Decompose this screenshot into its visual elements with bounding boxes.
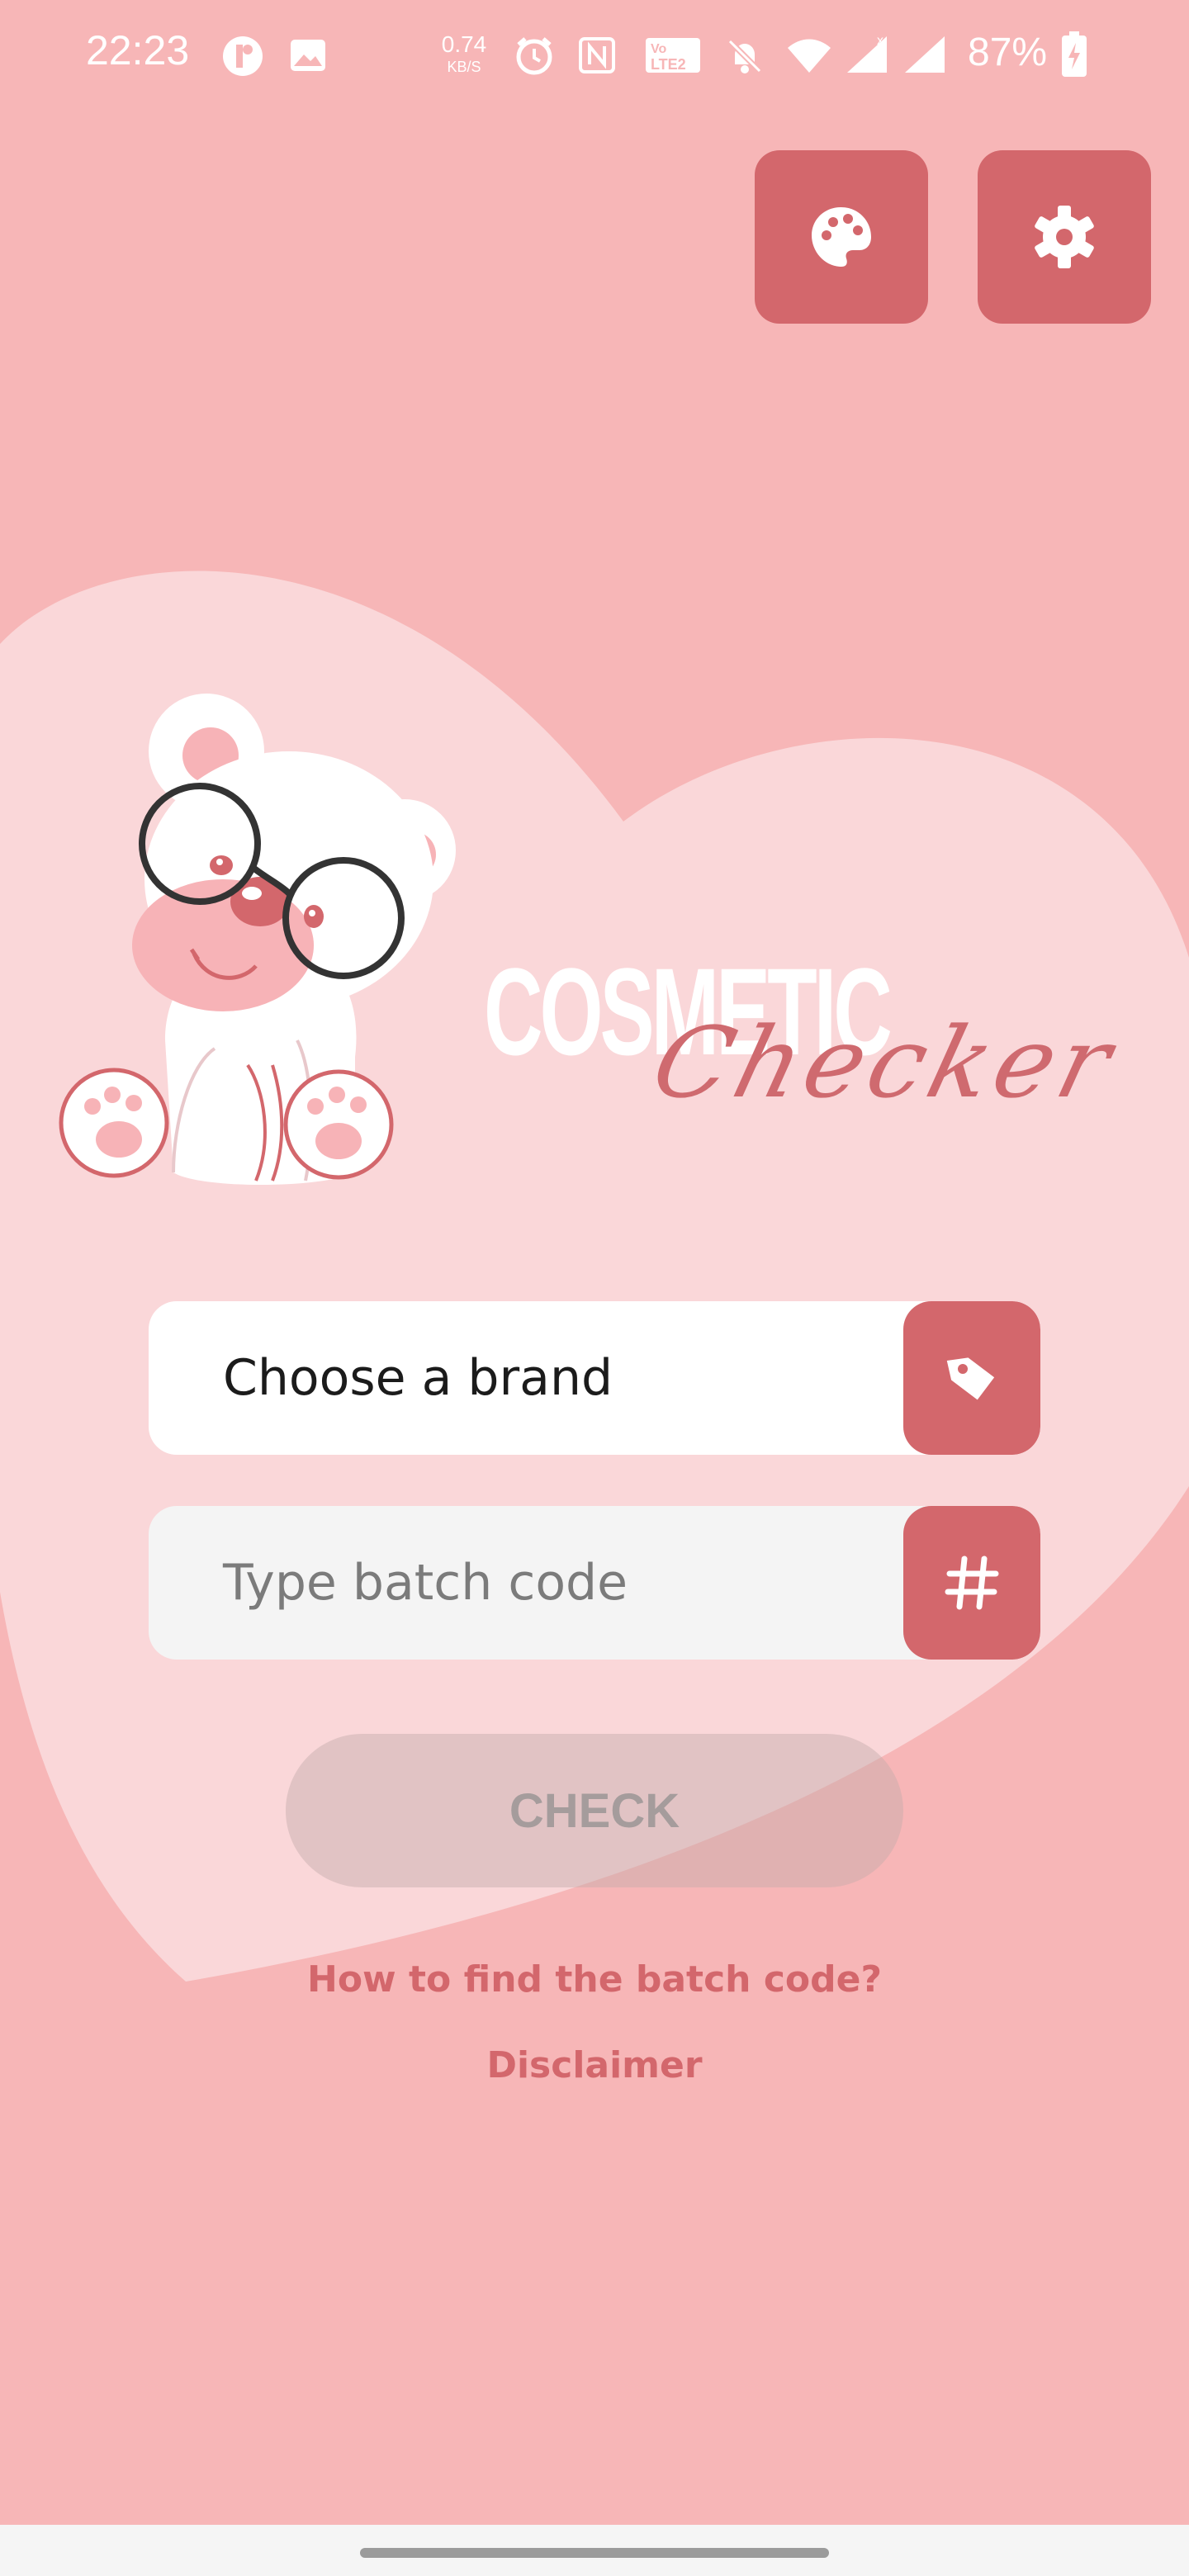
signal-2-icon — [905, 36, 945, 73]
alarm-icon — [516, 37, 552, 75]
batch-help-link[interactable]: How to find the batch code? — [0, 1958, 1189, 2001]
tag-icon — [946, 1357, 995, 1400]
net-speed: 0.74 KB/S — [438, 31, 490, 75]
battery-charging-icon — [1062, 31, 1087, 77]
heart-background — [0, 571, 1189, 1982]
brand-button[interactable] — [903, 1301, 1040, 1455]
volte-icon: VoLTE2 — [646, 38, 700, 73]
svg-text:Vo: Vo — [651, 42, 666, 56]
image-icon — [291, 40, 325, 71]
bear-mascot-logo — [59, 694, 456, 1185]
signal-1-icon: x — [847, 34, 887, 73]
status-bar: 22:23 0.74 KB/S Vo LTE2 x 87% — [0, 0, 1189, 116]
svg-text:LTE2: LTE2 — [651, 56, 686, 73]
brand-selector[interactable]: Choose a brand — [149, 1301, 1040, 1455]
mute-notifications-icon — [727, 39, 762, 73]
batch-code-placeholder: Type batch code — [223, 1554, 628, 1612]
batch-code-button[interactable] — [903, 1506, 1040, 1660]
batch-code-field[interactable]: Type batch code — [149, 1506, 1040, 1660]
svg-text:x: x — [877, 34, 883, 48]
check-button[interactable]: CHECK — [286, 1734, 903, 1887]
net-speed-unit: KB/S — [447, 59, 481, 75]
nfc-icon — [579, 37, 615, 73]
net-speed-value: 0.74 — [441, 31, 487, 57]
app-notification-icon — [223, 36, 263, 76]
home-gesture-handle[interactable] — [360, 2548, 829, 2558]
gear-icon — [1035, 206, 1094, 268]
brand-selector-value: Choose a brand — [223, 1349, 613, 1407]
logo-script: Checker — [642, 1006, 1127, 1120]
theme-button[interactable] — [755, 150, 928, 324]
palette-icon — [812, 207, 871, 267]
settings-button[interactable] — [978, 150, 1151, 324]
battery-percent: 87% — [968, 31, 1048, 74]
status-time: 22:23 — [86, 27, 190, 73]
wifi-icon — [788, 39, 831, 73]
hash-icon — [945, 1556, 999, 1610]
disclaimer-link[interactable]: Disclaimer — [0, 2044, 1189, 2086]
